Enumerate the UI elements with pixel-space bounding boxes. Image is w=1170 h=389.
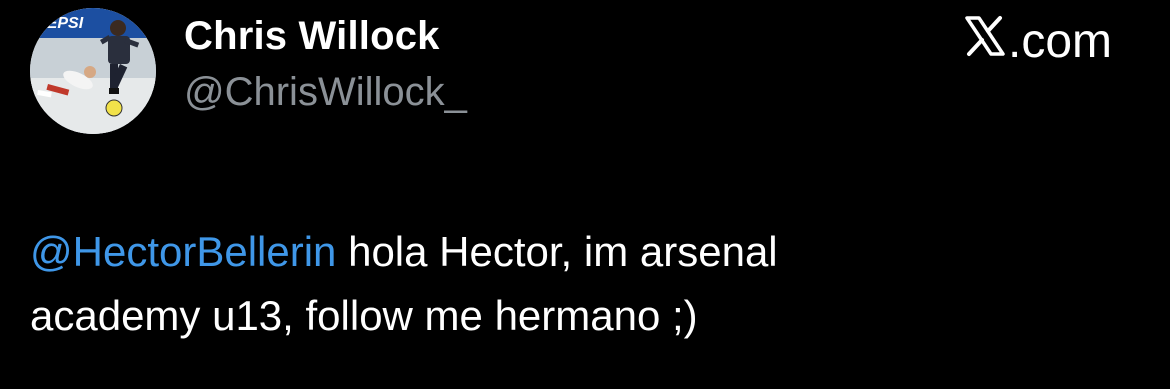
author-avatar[interactable]: PEPSI (30, 8, 156, 134)
site-badge: .com (964, 14, 1112, 69)
tweet-text-line2: academy u13, follow me hermano ;) (30, 292, 698, 339)
site-domain-suffix: .com (1007, 15, 1112, 68)
avatar-photo-icon: PEPSI (30, 8, 156, 134)
tweet-text: @HectorBellerin hola Hector, im arsenal … (30, 220, 1130, 348)
author-display-name[interactable]: Chris Willock (184, 14, 440, 59)
tweet-card: PEPSI Chris Willock @ChrisWillock_ .com … (0, 0, 1170, 389)
svg-text:PEPSI: PEPSI (36, 15, 84, 32)
mention-link[interactable]: @HectorBellerin (30, 228, 336, 275)
x-logo-icon (964, 14, 1006, 69)
tweet-text-line1: hola Hector, im arsenal (336, 228, 778, 275)
author-handle[interactable]: @ChrisWillock_ (184, 70, 467, 115)
